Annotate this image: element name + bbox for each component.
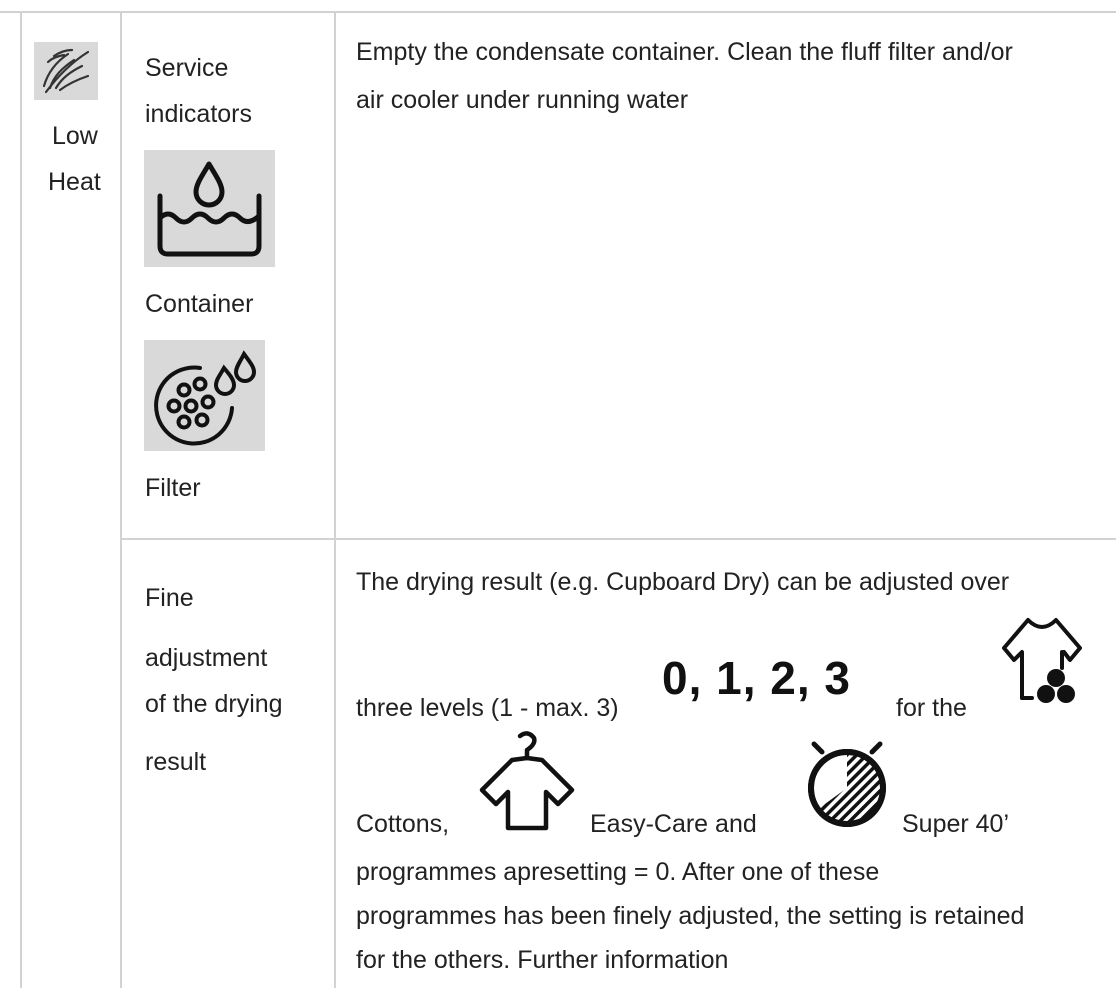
feather-low-heat-icon	[34, 42, 98, 100]
service-indicators-label: Service	[145, 54, 229, 82]
container-label: Container	[145, 290, 254, 318]
table-top-border	[0, 11, 1116, 13]
row-divider	[120, 538, 1116, 540]
fine-adjustment-label: result	[145, 748, 207, 776]
row1-description: air cooler under running water	[356, 86, 689, 114]
row2-description: Easy-Care and	[590, 810, 757, 838]
row2-description: three levels (1 - max. 3)	[356, 694, 619, 722]
column-divider-1	[120, 11, 122, 988]
row2-description: Super 40’	[902, 810, 1010, 838]
levels-text: 0, 1, 2, 3	[662, 652, 852, 704]
filter-drops-icon	[144, 340, 265, 451]
row2-description: programmes apresetting = 0. After one of…	[356, 858, 880, 886]
mode-label: Low	[52, 122, 98, 150]
shirt-cottons-icon	[992, 612, 1092, 712]
row1-description: Empty the condensate container. Clean th…	[356, 38, 1013, 66]
table-left-border	[20, 11, 22, 988]
row2-description: Cottons,	[356, 810, 450, 838]
row2-description: programmes has been finely adjusted, the…	[356, 902, 1025, 930]
service-indicators-label: indicators	[145, 100, 252, 128]
fine-adjustment-label: Fine	[145, 584, 194, 612]
row2-description: The drying result (e.g. Cupboard Dry) ca…	[356, 568, 1010, 596]
container-water-icon	[144, 150, 275, 267]
mode-label: Heat	[48, 168, 101, 196]
row2-description: for the others. Further information	[356, 946, 729, 974]
fine-adjustment-label: of the drying	[145, 690, 283, 718]
shirt-hanger-icon	[474, 730, 580, 834]
stopwatch-icon	[800, 730, 894, 830]
filter-label: Filter	[145, 474, 201, 502]
fine-adjustment-label: adjustment	[145, 644, 268, 672]
column-divider-2	[334, 11, 336, 988]
row2-description: for the	[896, 694, 967, 722]
